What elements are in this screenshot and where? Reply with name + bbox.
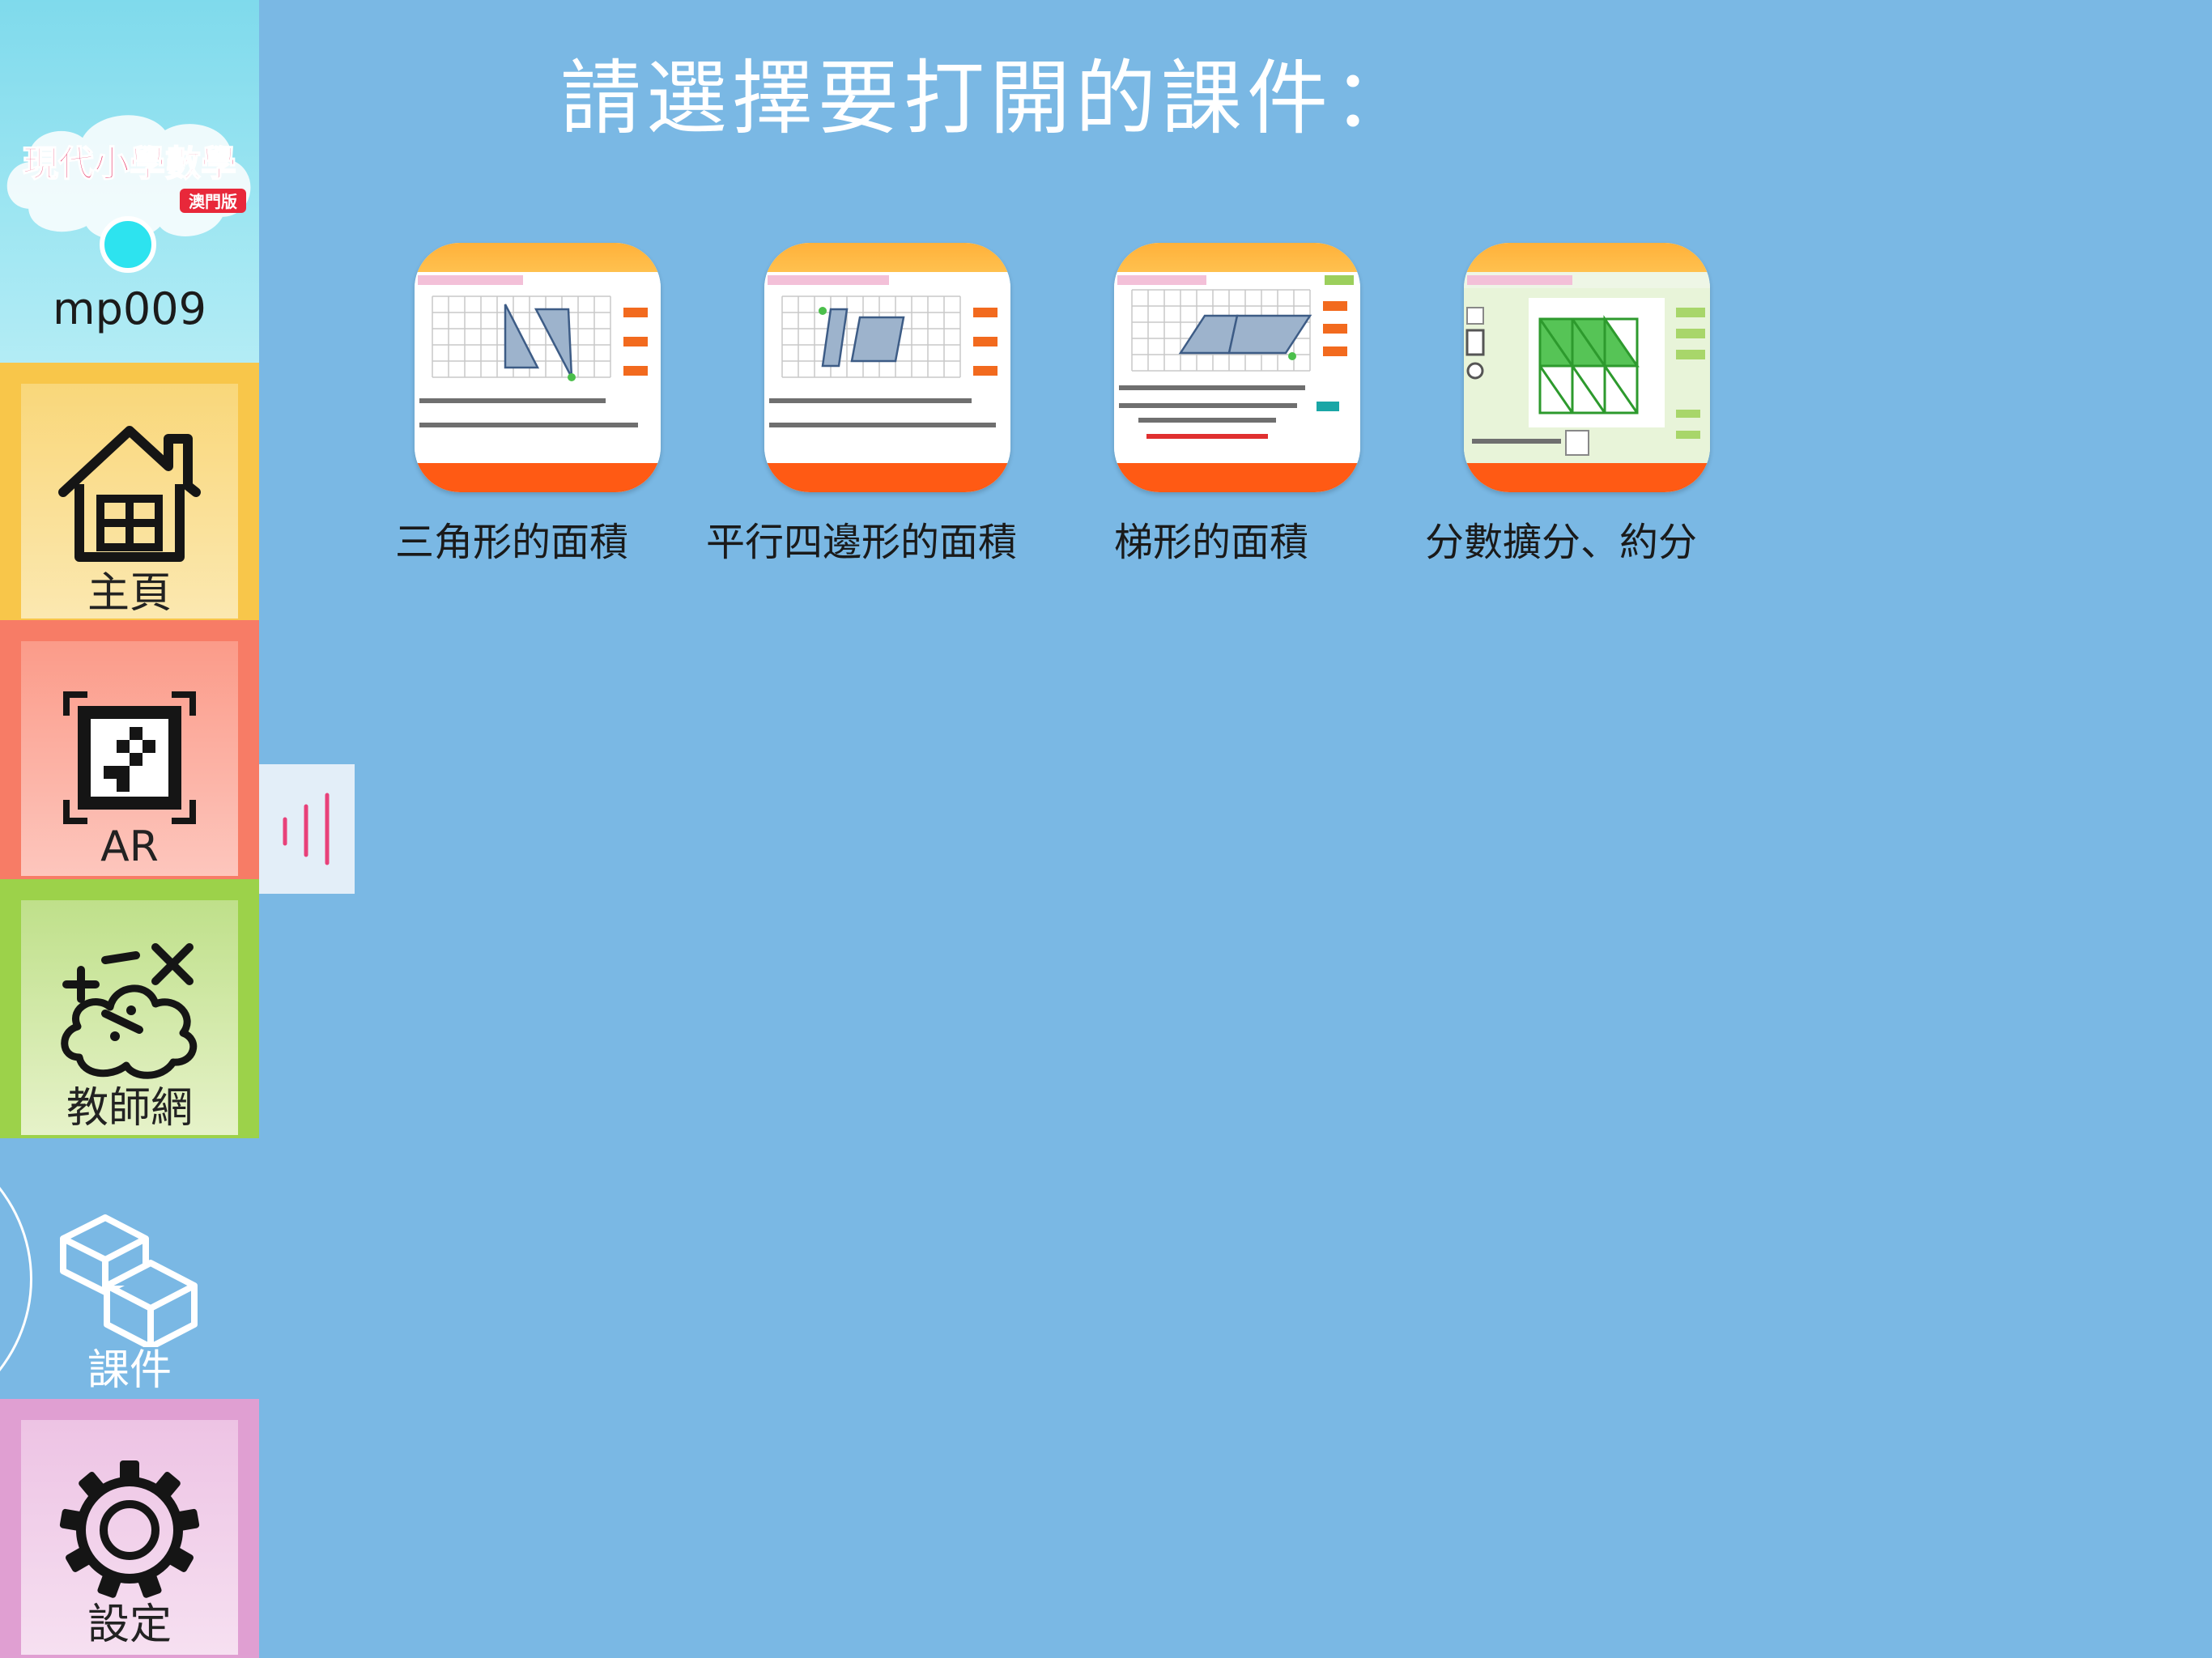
page-title: 請選擇要打開的課件： <box>560 51 1419 146</box>
courseware-card-parallelogram[interactable]: 平行四邊形的面積 <box>691 243 1032 583</box>
courseware-card-triangle[interactable]: 三角形的面積 <box>342 243 682 583</box>
nav-teacher-label: 教師網 <box>66 1084 193 1133</box>
sidebar: 現代小學數學 澳門版 mp009 主頁 AR 教師網 課件 設定 <box>0 0 259 1658</box>
courseware-thumbnail[interactable] <box>1114 243 1360 492</box>
courseware-card-trapezoid[interactable]: 梯形的面積 <box>1041 243 1381 583</box>
username: mp009 <box>53 283 206 334</box>
nav-settings-label: 設定 <box>87 1601 172 1649</box>
svg-text:現代小學數學: 現代小學數學 <box>23 143 236 185</box>
ar-marker-icon <box>63 691 196 824</box>
status-dot <box>100 216 156 273</box>
triangle-preview-icon <box>415 272 661 463</box>
collapse-bars-icon <box>283 793 330 865</box>
nav-teacher-network[interactable]: 教師網 <box>0 879 259 1140</box>
nav-courseware-label: 課件 <box>87 1346 172 1395</box>
courseware-thumbnail[interactable] <box>415 243 661 492</box>
nav-home[interactable]: 主頁 <box>0 363 259 623</box>
nav-ar-label: AR <box>100 823 159 871</box>
courseware-cubes-icon <box>60 1214 198 1347</box>
nav-home-label: 主頁 <box>87 569 172 618</box>
courseware-label: 梯形的面積 <box>1113 520 1308 565</box>
fraction-preview-icon <box>1464 272 1710 463</box>
gear-icon <box>59 1460 200 1598</box>
sidebar-collapse-handle[interactable] <box>259 764 355 894</box>
courseware-thumbnail[interactable] <box>1464 243 1710 492</box>
home-icon <box>58 426 201 562</box>
teacher-network-icon <box>61 943 198 1079</box>
trapezoid-preview-icon <box>1114 272 1360 463</box>
nav-ar[interactable]: AR <box>0 620 259 881</box>
nav-courseware[interactable]: 課件 <box>0 1138 259 1399</box>
courseware-label: 平行四邊形的面積 <box>705 520 1017 565</box>
courseware-thumbnail[interactable] <box>764 243 1010 492</box>
parallelogram-preview-icon <box>764 272 1010 463</box>
nav-settings[interactable]: 設定 <box>0 1399 259 1658</box>
profile-panel: 現代小學數學 澳門版 mp009 <box>0 0 259 363</box>
courseware-card-fractions[interactable]: 分數擴分、約分 <box>1391 243 1731 583</box>
svg-text:澳門版: 澳門版 <box>189 192 237 211</box>
courseware-label: 三角形的面積 <box>394 520 628 565</box>
courseware-label: 分數擴分、約分 <box>1424 520 1697 565</box>
